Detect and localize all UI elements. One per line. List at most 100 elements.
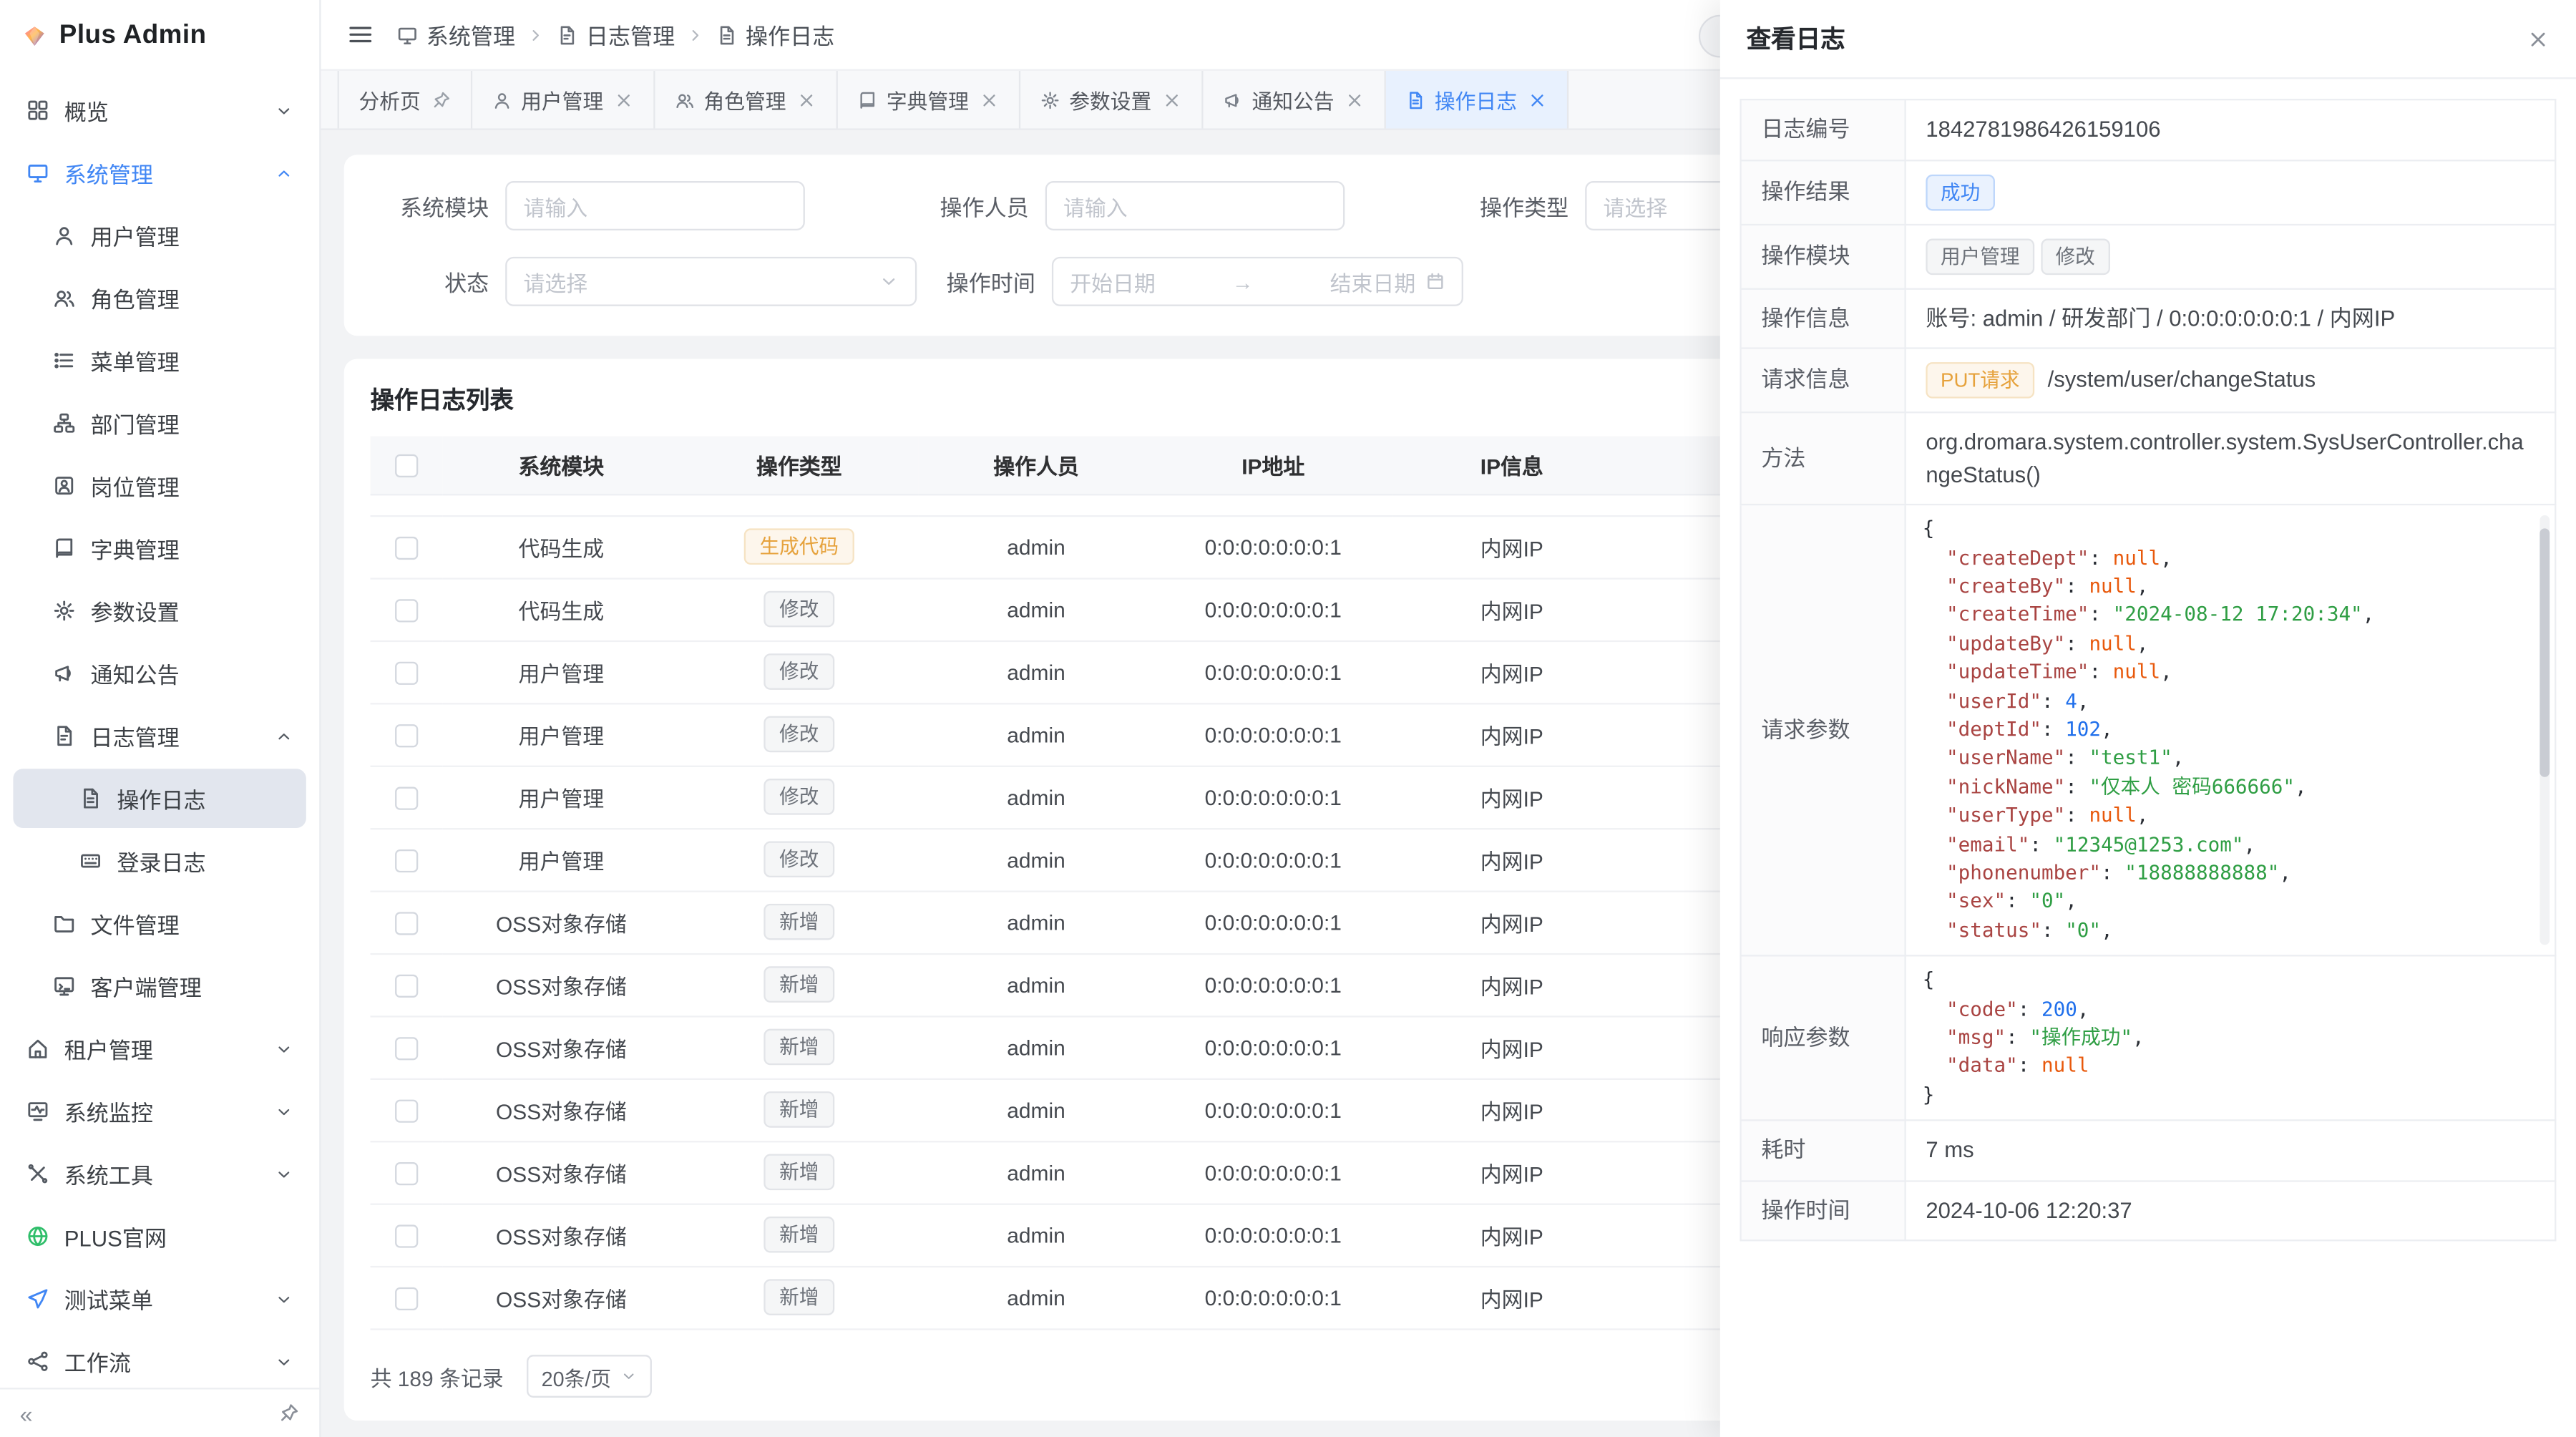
collapse-sidebar-icon[interactable]: « (20, 1400, 33, 1426)
sidebar-item-user-management[interactable]: 用户管理 (13, 206, 306, 266)
cell-operator: admin (919, 1015, 1154, 1078)
cell-operator: admin (919, 703, 1154, 765)
sidebar-item-tenant-management[interactable]: 租户管理 (13, 1019, 306, 1078)
tab-label: 字典管理 (887, 84, 969, 115)
operation-time-daterange[interactable]: 开始日期→结束日期 (1052, 257, 1463, 306)
row-checkbox[interactable] (371, 640, 443, 703)
select-all-checkbox[interactable] (371, 437, 443, 495)
column-header[interactable]: IP地址 (1154, 437, 1393, 495)
sidebar-item-plus-website[interactable]: PLUS官网 (13, 1207, 306, 1266)
tab-param-settings[interactable]: 参数设置 (1020, 71, 1202, 129)
filter-field-system-module: 系统模块请输入 (371, 181, 805, 230)
sidebar-item-system-management[interactable]: 系统管理 (13, 143, 306, 203)
sidebar-item-notice[interactable]: 通知公告 (13, 643, 306, 703)
app-logo[interactable]: Plus Admin (0, 0, 319, 72)
sidebar-item-param-settings[interactable]: 参数设置 (13, 581, 306, 640)
filter-field-status: 状态请选择 (371, 257, 917, 306)
json-code-block[interactable]: { "createDept": null, "createBy": null, … (1923, 516, 2538, 945)
sidebar-menu: 概览系统管理用户管理角色管理菜单管理部门管理岗位管理字典管理参数设置通知公告日志… (0, 72, 319, 1388)
tab-analysis[interactable]: 分析页 (338, 71, 472, 129)
row-checkbox[interactable] (371, 828, 443, 890)
row-checkbox[interactable] (371, 1015, 443, 1078)
detail-label-info: 操作信息 (1741, 288, 1906, 349)
column-header[interactable]: 操作人员 (919, 437, 1154, 495)
system-module-input[interactable]: 请输入 (505, 181, 805, 230)
column-header[interactable]: IP信息 (1392, 437, 1631, 495)
row-checkbox[interactable] (371, 1141, 443, 1203)
row-checkbox[interactable] (371, 1078, 443, 1141)
row-checkbox[interactable] (371, 578, 443, 640)
cell-module: OSS对象存储 (443, 1266, 680, 1328)
sidebar-item-post-management[interactable]: 岗位管理 (13, 456, 306, 515)
cell-module: 用户管理 (443, 828, 680, 890)
chevron-up-icon (275, 164, 293, 182)
sidebar-item-role-management[interactable]: 角色管理 (13, 268, 306, 328)
sidebar-item-client-management[interactable]: 客户端管理 (13, 956, 306, 1015)
hamburger-icon[interactable] (347, 21, 374, 48)
close-tab-icon[interactable] (1344, 89, 1364, 109)
sidebar-item-system-tools[interactable]: 系统工具 (13, 1144, 306, 1204)
tab-label: 用户管理 (521, 84, 603, 115)
sidebar-item-file-management[interactable]: 文件管理 (13, 894, 306, 953)
close-tab-icon[interactable] (613, 89, 633, 109)
row-checkbox[interactable] (371, 1266, 443, 1328)
code-scrollbar[interactable] (2540, 516, 2550, 945)
tab-role-management[interactable]: 角色管理 (654, 71, 836, 129)
cell-operator: admin (919, 640, 1154, 703)
cell-module: OSS对象存储 (443, 1141, 680, 1203)
close-tab-icon[interactable] (979, 89, 999, 109)
column-header[interactable]: 系统模块 (443, 437, 680, 495)
row-checkbox[interactable] (371, 953, 443, 1015)
close-icon[interactable] (2527, 27, 2550, 50)
breadcrumb-item-log-management[interactable]: 日志管理 (557, 18, 675, 51)
roles-icon (674, 89, 694, 109)
pin-icon[interactable] (431, 89, 451, 109)
pin-sidebar-icon[interactable] (278, 1403, 300, 1424)
row-checkbox[interactable] (371, 766, 443, 828)
sidebar-item-login-log[interactable]: 登录日志 (13, 832, 306, 891)
tab-label: 通知公告 (1252, 84, 1335, 115)
close-tab-icon[interactable] (1161, 89, 1181, 109)
detail-row-duration: 耗时7 ms (1741, 1120, 2556, 1180)
app-title: Plus Admin (59, 21, 207, 51)
sidebar-footer: « (0, 1388, 319, 1437)
breadcrumb-item-system-management[interactable]: 系统管理 (396, 18, 515, 51)
doc-edit-icon (557, 24, 578, 45)
sidebar-item-label: 通知公告 (91, 657, 293, 690)
scrollbar-thumb[interactable] (2540, 529, 2550, 778)
row-checkbox[interactable] (371, 890, 443, 953)
sidebar-item-operation-log[interactable]: 操作日志 (13, 769, 306, 828)
cell-operator: admin (919, 1141, 1154, 1203)
sidebar-item-overview[interactable]: 概览 (13, 81, 306, 140)
row-checkbox[interactable] (371, 515, 443, 578)
detail-row-log-id: 日志编号1842781986426159106 (1741, 99, 2556, 160)
operator-input[interactable]: 请输入 (1045, 181, 1345, 230)
tab-operation-log[interactable]: 操作日志 (1385, 71, 1568, 129)
sidebar-item-system-monitor[interactable]: 系统监控 (13, 1081, 306, 1141)
row-checkbox[interactable] (371, 1204, 443, 1266)
cell-operator: admin (919, 828, 1154, 890)
module-tag: 用户管理 (1926, 238, 2034, 275)
sidebar-item-menu-management[interactable]: 菜单管理 (13, 331, 306, 390)
column-header[interactable]: 操作类型 (680, 437, 919, 495)
cell-ip-location: 内网IP (1392, 1204, 1631, 1266)
sidebar-item-test-menu[interactable]: 测试菜单 (13, 1270, 306, 1329)
sidebar-item-log-management[interactable]: 日志管理 (13, 706, 306, 766)
filter-label: 操作人员 (910, 190, 1029, 223)
breadcrumb-item-operation-log[interactable]: 操作日志 (716, 18, 835, 51)
close-tab-icon[interactable] (796, 89, 816, 109)
user-icon (492, 89, 512, 109)
close-tab-icon[interactable] (1527, 89, 1547, 109)
app-root: Plus Admin 概览系统管理用户管理角色管理菜单管理部门管理岗位管理字典管… (0, 0, 2576, 1437)
tab-user-management[interactable]: 用户管理 (472, 71, 654, 129)
sidebar-item-dept-management[interactable]: 部门管理 (13, 394, 306, 453)
sidebar-item-label: 客户端管理 (91, 970, 293, 1003)
page-size-select[interactable]: 20条/页 (527, 1355, 653, 1398)
sidebar-item-workflow[interactable]: 工作流 (13, 1332, 306, 1388)
tab-notice[interactable]: 通知公告 (1203, 71, 1385, 129)
cell-ip: 0:0:0:0:0:0:0:1 (1154, 828, 1393, 890)
tab-dict-management[interactable]: 字典管理 (837, 71, 1020, 129)
row-checkbox[interactable] (371, 703, 443, 765)
status-select[interactable]: 请选择 (505, 257, 917, 306)
sidebar-item-dict-management[interactable]: 字典管理 (13, 519, 306, 578)
